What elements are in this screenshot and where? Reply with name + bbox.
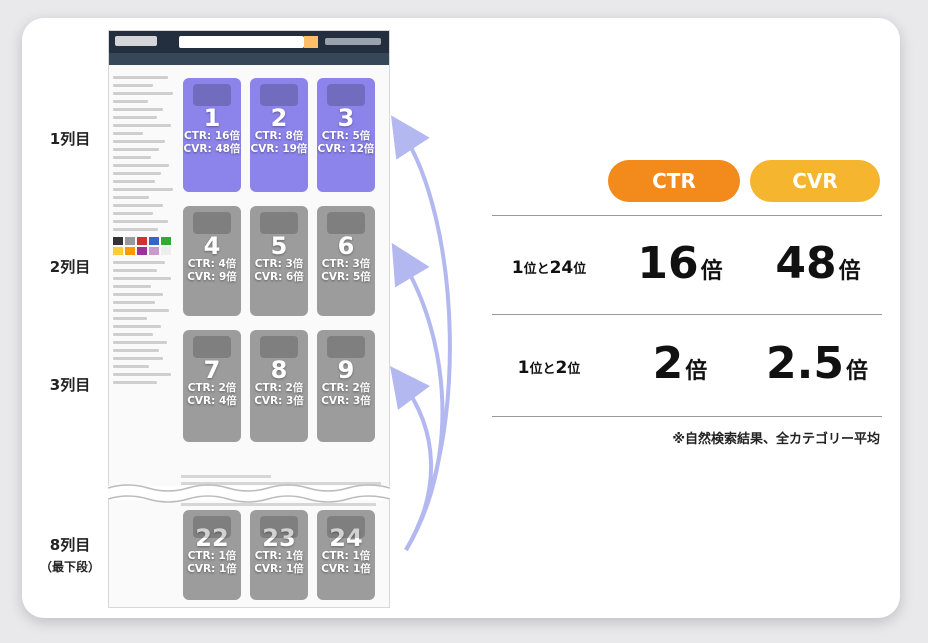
product-tile-23: 23 CTR: 1倍 CVR: 1倍 — [250, 510, 308, 600]
product-tile-1: 1 CTR: 16倍 CVR: 48倍 — [183, 78, 241, 192]
nav-subbar — [109, 53, 389, 65]
ctr-header-pill: CTR — [608, 160, 740, 202]
ctr-value-1-vs-24: 16倍 — [637, 238, 723, 289]
product-tile-6: 6 CTR: 3倍 CVR: 5倍 — [317, 206, 375, 316]
color-swatches — [113, 237, 173, 255]
divider — [492, 416, 882, 417]
row-label-2: 2列目 — [49, 258, 91, 276]
account-menu — [325, 38, 381, 45]
cvr-value-1-vs-24: 48倍 — [775, 238, 861, 289]
product-tile-7: 7 CTR: 2倍 CVR: 4倍 — [183, 330, 241, 442]
cvr-header-pill: CVR — [750, 160, 880, 202]
page-break-wave — [108, 484, 390, 503]
comparison-arrows — [390, 115, 452, 552]
product-tile-4: 4 CTR: 4倍 CVR: 9倍 — [183, 206, 241, 316]
row-label-1: 1列目 — [49, 130, 91, 148]
divider — [492, 314, 882, 315]
row-label-3: 3列目 — [49, 376, 91, 394]
row-label-1-vs-24: 1位と24位 — [511, 258, 587, 278]
product-tile-22: 22 CTR: 1倍 CVR: 1倍 — [183, 510, 241, 600]
product-tile-5: 5 CTR: 3倍 CVR: 6倍 — [250, 206, 308, 316]
product-tile-9: 9 CTR: 2倍 CVR: 3倍 — [317, 330, 375, 442]
product-tile-3: 3 CTR: 5倍 CVR: 12倍 — [317, 78, 375, 192]
product-tile-8: 8 CTR: 2倍 CVR: 3倍 — [250, 330, 308, 442]
row-label-1-vs-2: 1位と2位 — [517, 358, 581, 378]
cvr-value-1-vs-2: 2.5倍 — [766, 338, 868, 389]
search-icon — [304, 36, 318, 48]
search-input — [179, 36, 304, 48]
product-tile-24: 24 CTR: 1倍 CVR: 1倍 — [317, 510, 375, 600]
product-tile-2: 2 CTR: 8倍 CVR: 19倍 — [250, 78, 308, 192]
footnote: ※自然検索結果、全カテゴリー平均 — [672, 432, 880, 447]
amazon-header — [109, 31, 389, 53]
divider — [492, 215, 882, 216]
ctr-value-1-vs-2: 2倍 — [652, 338, 708, 389]
row-label-8: 8列目 （最下段） — [39, 536, 100, 574]
filter-sidebar — [113, 71, 179, 591]
amazon-logo — [115, 36, 157, 46]
